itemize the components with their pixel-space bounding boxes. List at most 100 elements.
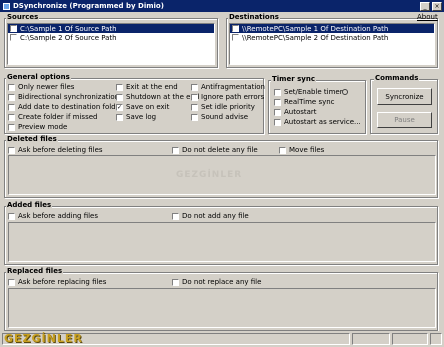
general-options-title: General options xyxy=(6,73,71,81)
sound-advise-checkbox[interactable] xyxy=(191,113,198,121)
bidirectional-checkbox[interactable] xyxy=(8,93,15,101)
autostart-checkbox[interactable] xyxy=(274,108,281,116)
destination-item-1[interactable]: \\RemotePC\Sample 1 Of Destination Path xyxy=(230,24,434,33)
autostart-service-label: Autostart as service... xyxy=(284,118,361,126)
create-folder-checkbox[interactable] xyxy=(8,113,15,121)
replaced-files-title: Replaced files xyxy=(6,267,64,275)
bidirectional-label: Bidirectional synchronization xyxy=(18,93,120,101)
autostart-label: Autostart xyxy=(284,108,317,116)
ignore-path-errors-label: Ignore path errors xyxy=(201,93,265,101)
save-on-exit-option[interactable]: ✓ Save on exit xyxy=(116,103,169,111)
preview-mode-checkbox[interactable] xyxy=(8,123,15,131)
set-enable-timer-checkbox[interactable] xyxy=(274,88,281,96)
pause-button[interactable]: Pause xyxy=(377,112,432,128)
move-files-label: Move files xyxy=(289,146,325,154)
ask-before-replacing-option[interactable]: Ask before replacing files xyxy=(8,278,106,286)
realtime-sync-label: RealTime sync xyxy=(284,98,335,106)
add-date-label: Add date to destination folder xyxy=(18,103,123,111)
do-not-delete-label: Do not delete any file xyxy=(182,146,258,154)
source-item-1[interactable]: C:\Sample 1 Of Source Path xyxy=(8,24,214,33)
source-item-2[interactable]: C:\Sample 2 Of Source Path xyxy=(8,33,214,42)
ignore-path-errors-checkbox[interactable] xyxy=(191,93,198,101)
autostart-option[interactable]: Autostart xyxy=(274,108,317,116)
do-not-delete-checkbox[interactable] xyxy=(172,146,179,154)
ask-before-deleting-option[interactable]: Ask before deleting files xyxy=(8,146,103,154)
set-enable-timer-option[interactable]: Set/Enable timer xyxy=(274,88,343,96)
do-not-add-option[interactable]: Do not add any file xyxy=(172,212,249,220)
only-newer-files-option[interactable]: Only newer files xyxy=(8,83,74,91)
save-on-exit-checkbox[interactable]: ✓ xyxy=(116,103,123,111)
save-log-label: Save log xyxy=(126,113,157,121)
realtime-sync-checkbox[interactable] xyxy=(274,98,281,106)
save-log-checkbox[interactable] xyxy=(116,113,123,121)
sources-list[interactable]: C:\Sample 1 Of Source Path C:\Sample 2 O… xyxy=(7,23,215,65)
added-files-log[interactable] xyxy=(8,222,436,262)
sound-advise-label: Sound advise xyxy=(201,113,249,121)
shutdown-at-end-option[interactable]: Shutdown at the end xyxy=(116,93,199,101)
ignore-path-errors-option[interactable]: Ignore path errors xyxy=(191,93,264,101)
add-date-checkbox[interactable] xyxy=(8,103,15,111)
idle-priority-option[interactable]: Set idle priority xyxy=(191,103,255,111)
window-title: DSynchronize (Programmed by Dimio) xyxy=(13,2,164,10)
shutdown-at-end-label: Shutdown at the end xyxy=(126,93,200,101)
status-pane-1 xyxy=(352,333,390,345)
commands-title: Commands xyxy=(374,74,420,82)
ask-before-adding-checkbox[interactable] xyxy=(8,212,15,220)
destination-item-1-checkbox[interactable] xyxy=(232,25,239,32)
deleted-files-title: Deleted files xyxy=(6,135,58,143)
do-not-add-checkbox[interactable] xyxy=(172,212,179,220)
shutdown-at-end-checkbox[interactable] xyxy=(116,93,123,101)
ask-before-deleting-checkbox[interactable] xyxy=(8,146,15,154)
minimize-button[interactable]: _ xyxy=(420,1,430,11)
title-bar[interactable]: DSynchronize (Programmed by Dimio) _ × xyxy=(0,0,444,12)
autostart-service-checkbox[interactable] xyxy=(274,118,281,126)
create-folder-option[interactable]: Create folder if missed xyxy=(8,113,97,121)
synchronize-button[interactable]: Syncronize xyxy=(377,88,432,105)
set-enable-timer-label: Set/Enable timer xyxy=(284,88,343,96)
replaced-files-log[interactable] xyxy=(8,288,436,328)
status-pane-2 xyxy=(392,333,428,345)
sound-advise-option[interactable]: Sound advise xyxy=(191,113,248,121)
move-files-option[interactable]: Move files xyxy=(279,146,324,154)
do-not-replace-label: Do not replace any file xyxy=(182,278,262,286)
destinations-list[interactable]: \\RemotePC\Sample 1 Of Destination Path … xyxy=(229,23,435,65)
antifragmentation-checkbox[interactable] xyxy=(191,83,198,91)
ask-before-replacing-checkbox[interactable] xyxy=(8,278,15,286)
destination-item-1-label: \\RemotePC\Sample 1 Of Destination Path xyxy=(242,24,389,33)
only-newer-files-label: Only newer files xyxy=(18,83,75,91)
sources-title: Sources xyxy=(6,13,40,21)
exit-at-end-checkbox[interactable] xyxy=(116,83,123,91)
source-item-1-checkbox[interactable] xyxy=(10,25,17,32)
create-folder-label: Create folder if missed xyxy=(18,113,98,121)
about-link[interactable]: About xyxy=(417,13,438,21)
exit-at-end-option[interactable]: Exit at the end xyxy=(116,83,178,91)
destination-item-2-label: \\RemotePC\Sample 2 Of Destination Path xyxy=(242,33,389,42)
realtime-sync-option[interactable]: RealTime sync xyxy=(274,98,335,106)
do-not-replace-checkbox[interactable] xyxy=(172,278,179,286)
antifragmentation-option[interactable]: Antifragmentation xyxy=(191,83,265,91)
destination-item-2[interactable]: \\RemotePC\Sample 2 Of Destination Path xyxy=(230,33,434,42)
move-files-checkbox[interactable] xyxy=(279,146,286,154)
center-watermark: GEZGİNLER xyxy=(176,170,243,180)
add-date-option[interactable]: Add date to destination folder xyxy=(8,103,123,111)
added-files-title: Added files xyxy=(6,201,53,209)
idle-priority-checkbox[interactable] xyxy=(191,103,198,111)
antifragmentation-label: Antifragmentation xyxy=(201,83,265,91)
preview-mode-option[interactable]: Preview mode xyxy=(8,123,67,131)
do-not-delete-option[interactable]: Do not delete any file xyxy=(172,146,258,154)
do-not-replace-option[interactable]: Do not replace any file xyxy=(172,278,261,286)
close-button[interactable]: × xyxy=(432,1,442,11)
exit-at-end-label: Exit at the end xyxy=(126,83,178,91)
ask-before-replacing-label: Ask before replacing files xyxy=(18,278,107,286)
only-newer-files-checkbox[interactable] xyxy=(8,83,15,91)
timer-sync-title: Timer sync xyxy=(271,75,316,83)
status-pane-3 xyxy=(430,333,442,345)
destination-item-2-checkbox[interactable] xyxy=(232,34,239,41)
autostart-service-option[interactable]: Autostart as service... xyxy=(274,118,361,126)
timer-spinner-icon[interactable] xyxy=(342,89,348,95)
bidirectional-option[interactable]: Bidirectional synchronization xyxy=(8,93,119,101)
save-log-option[interactable]: Save log xyxy=(116,113,156,121)
ask-before-adding-option[interactable]: Ask before adding files xyxy=(8,212,98,220)
idle-priority-label: Set idle priority xyxy=(201,103,255,111)
source-item-2-checkbox[interactable] xyxy=(10,34,17,41)
